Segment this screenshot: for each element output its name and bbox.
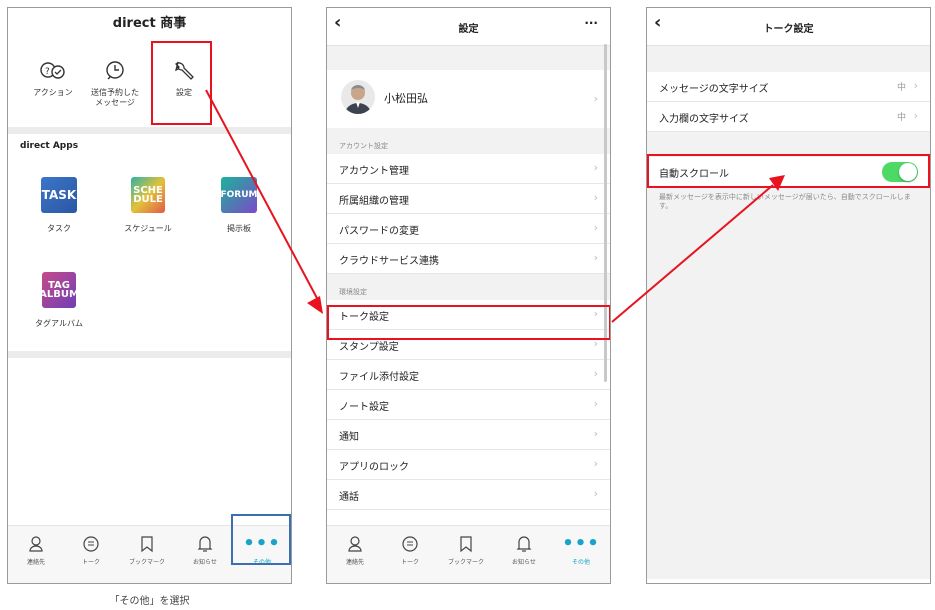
flow-arrows: [205, 89, 785, 323]
arrowhead: [307, 296, 323, 314]
arrow-settings-to-list: [205, 89, 319, 301]
arrow-talk-to-autoscroll: [611, 184, 774, 323]
arrowhead: [769, 175, 785, 191]
